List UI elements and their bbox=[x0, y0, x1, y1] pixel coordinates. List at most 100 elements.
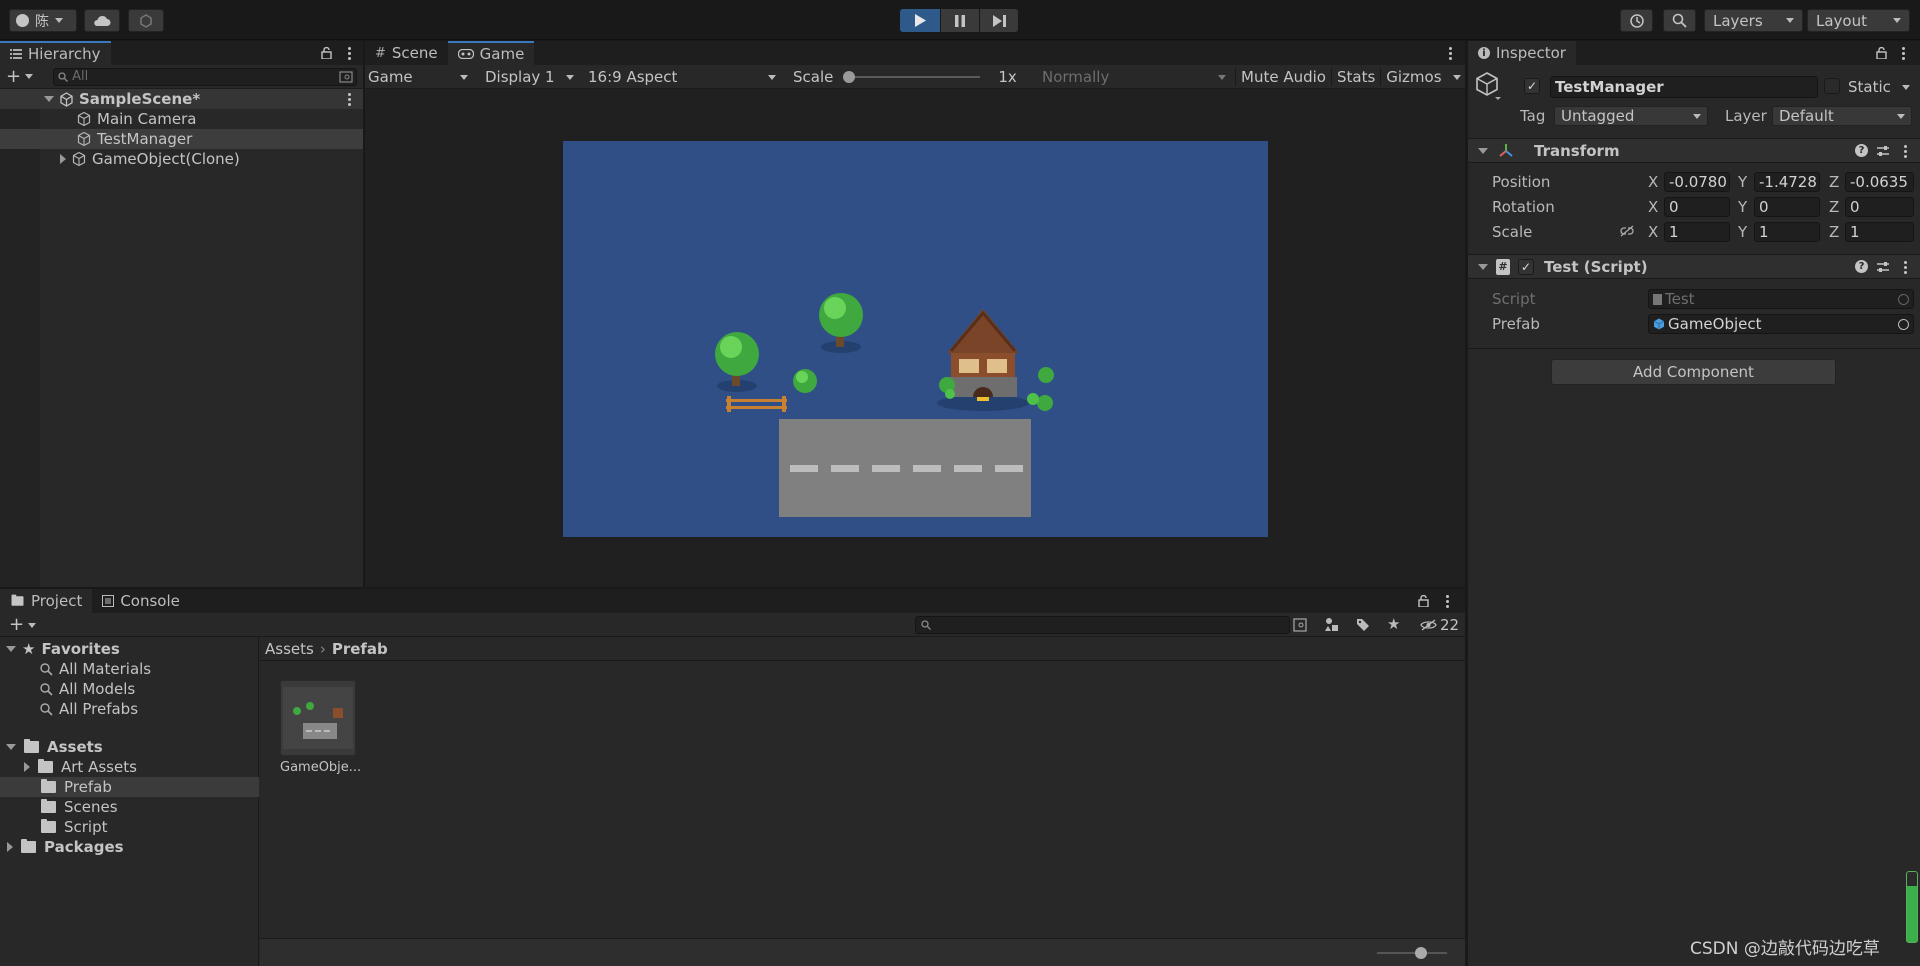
breadcrumb-current[interactable]: Prefab bbox=[332, 640, 388, 658]
constrain-proportions-icon[interactable] bbox=[1619, 225, 1635, 237]
assets-row[interactable]: Assets bbox=[0, 737, 103, 757]
position-y-field[interactable]: -1.4728 bbox=[1754, 172, 1820, 192]
object-icon-button[interactable] bbox=[1474, 71, 1502, 101]
tab-inspector[interactable]: i Inspector bbox=[1468, 41, 1576, 65]
render-mode-select[interactable]: Normally bbox=[1042, 67, 1230, 87]
tab-scene[interactable]: # Scene bbox=[365, 41, 448, 65]
preset-icon[interactable] bbox=[1876, 260, 1890, 274]
more-options-icon[interactable] bbox=[1445, 595, 1449, 608]
scale-y-field[interactable]: 1 bbox=[1754, 222, 1820, 242]
gizmos-toggle[interactable]: Gizmos bbox=[1380, 68, 1446, 86]
object-picker-icon[interactable] bbox=[1898, 319, 1909, 330]
collapse-arrow-icon[interactable] bbox=[1478, 147, 1488, 154]
hierarchy-item[interactable]: GameObject(Clone) bbox=[0, 149, 363, 169]
tab-hierarchy[interactable]: Hierarchy bbox=[0, 41, 111, 65]
scale-slider-handle[interactable] bbox=[843, 71, 856, 83]
packages-row[interactable]: Packages bbox=[0, 837, 124, 857]
position-z-field[interactable]: -0.0635 bbox=[1845, 172, 1914, 192]
folder-item[interactable]: Script bbox=[0, 817, 108, 837]
static-checkbox[interactable] bbox=[1824, 78, 1840, 94]
filter-by-type-icon[interactable] bbox=[1324, 617, 1339, 632]
account-dropdown[interactable]: 陈 bbox=[9, 9, 77, 32]
pause-button[interactable] bbox=[941, 9, 979, 32]
favorite-star-icon[interactable]: ★ bbox=[1387, 615, 1400, 633]
favorites-row[interactable]: ★ Favorites bbox=[0, 639, 120, 659]
lock-icon[interactable] bbox=[321, 47, 332, 59]
step-button[interactable] bbox=[980, 9, 1018, 32]
project-search-input[interactable] bbox=[915, 616, 1290, 634]
scale-slider[interactable] bbox=[843, 71, 981, 83]
expand-arrow-icon[interactable] bbox=[44, 96, 54, 102]
rotation-x-field[interactable]: 0 bbox=[1664, 197, 1730, 217]
search-button[interactable] bbox=[1663, 9, 1696, 32]
hierarchy-search-input[interactable]: All bbox=[53, 67, 357, 86]
transform-header[interactable]: Transform ? bbox=[1468, 138, 1920, 163]
prefab-field[interactable]: GameObject bbox=[1648, 314, 1914, 334]
add-component-button[interactable]: Add Component bbox=[1551, 359, 1836, 385]
asset-tile[interactable]: GameObje... bbox=[280, 680, 361, 775]
lock-icon[interactable] bbox=[1876, 47, 1887, 59]
lock-icon[interactable] bbox=[1418, 595, 1429, 607]
mute-audio-toggle[interactable]: Mute Audio bbox=[1235, 68, 1331, 86]
icon-size-slider-handle[interactable] bbox=[1415, 947, 1427, 959]
hidden-packages-toggle[interactable]: 22 bbox=[1420, 616, 1459, 634]
tab-project[interactable]: Project bbox=[0, 589, 93, 613]
cloud-button[interactable] bbox=[84, 9, 120, 32]
expand-arrow-icon[interactable] bbox=[7, 842, 13, 852]
search-filter-icon[interactable] bbox=[1293, 618, 1307, 632]
scene-options-icon[interactable] bbox=[347, 93, 351, 106]
component-menu-icon[interactable] bbox=[1903, 261, 1907, 274]
script-component-header[interactable]: # ✓ Test (Script) ? bbox=[1468, 254, 1920, 279]
script-enabled-checkbox[interactable]: ✓ bbox=[1518, 258, 1534, 275]
gizmos-dropdown-icon[interactable] bbox=[1452, 74, 1461, 80]
preset-icon[interactable] bbox=[1876, 144, 1890, 158]
more-options-icon[interactable] bbox=[347, 47, 351, 60]
more-options-icon[interactable] bbox=[1448, 47, 1452, 60]
rotation-z-field[interactable]: 0 bbox=[1845, 197, 1914, 217]
folder-item[interactable]: Scenes bbox=[0, 797, 118, 817]
collapse-arrow-icon[interactable] bbox=[1478, 263, 1488, 270]
favorite-item[interactable]: All Models bbox=[0, 679, 135, 699]
layer-dropdown[interactable]: Default bbox=[1772, 106, 1912, 126]
more-options-icon[interactable] bbox=[1901, 47, 1905, 60]
search-filter-icon[interactable] bbox=[339, 70, 353, 83]
display-select[interactable]: Display 1 bbox=[485, 67, 578, 87]
stats-toggle[interactable]: Stats bbox=[1330, 68, 1380, 86]
object-name-field[interactable]: TestManager bbox=[1550, 76, 1818, 98]
play-button[interactable] bbox=[900, 9, 940, 32]
expand-arrow-icon[interactable] bbox=[60, 154, 66, 164]
folder-item[interactable]: Art Assets bbox=[0, 757, 137, 777]
layout-dropdown[interactable]: Layout bbox=[1807, 9, 1910, 32]
folder-item-selected[interactable]: Prefab bbox=[0, 777, 259, 797]
game-viewport[interactable] bbox=[563, 141, 1268, 537]
scale-x-field[interactable]: 1 bbox=[1664, 222, 1730, 242]
layers-dropdown[interactable]: Layers bbox=[1704, 9, 1803, 32]
favorite-item[interactable]: All Materials bbox=[0, 659, 151, 679]
hierarchy-item[interactable]: Main Camera bbox=[0, 109, 363, 129]
icon-size-slider[interactable] bbox=[1377, 947, 1447, 959]
scene-row[interactable]: SampleScene* bbox=[0, 89, 363, 109]
mode-select[interactable]: Game bbox=[368, 67, 474, 87]
favorite-item[interactable]: All Prefabs bbox=[0, 699, 138, 719]
hierarchy-item-selected[interactable]: TestManager bbox=[0, 129, 363, 149]
breadcrumb-root[interactable]: Assets bbox=[265, 640, 314, 658]
collapse-arrow-icon[interactable] bbox=[6, 646, 16, 652]
static-dropdown-icon[interactable] bbox=[1902, 85, 1910, 90]
active-checkbox[interactable]: ✓ bbox=[1524, 78, 1540, 94]
position-x-field[interactable]: -0.0780 bbox=[1664, 172, 1730, 192]
help-icon[interactable]: ? bbox=[1855, 260, 1868, 273]
tab-game[interactable]: Game bbox=[447, 41, 535, 65]
create-button[interactable]: + bbox=[6, 67, 34, 86]
rotation-y-field[interactable]: 0 bbox=[1754, 197, 1820, 217]
tab-console[interactable]: Console bbox=[92, 589, 190, 613]
undo-history-button[interactable] bbox=[1620, 9, 1653, 32]
filter-by-label-icon[interactable] bbox=[1356, 618, 1370, 632]
aspect-select[interactable]: 16:9 Aspect bbox=[588, 67, 780, 87]
component-menu-icon[interactable] bbox=[1903, 145, 1907, 158]
help-icon[interactable]: ? bbox=[1855, 144, 1868, 157]
collapse-arrow-icon[interactable] bbox=[6, 744, 16, 750]
tag-dropdown[interactable]: Untagged bbox=[1554, 106, 1708, 126]
create-asset-button[interactable]: + bbox=[9, 616, 37, 634]
expand-arrow-icon[interactable] bbox=[24, 762, 30, 772]
collab-button[interactable] bbox=[128, 9, 164, 32]
